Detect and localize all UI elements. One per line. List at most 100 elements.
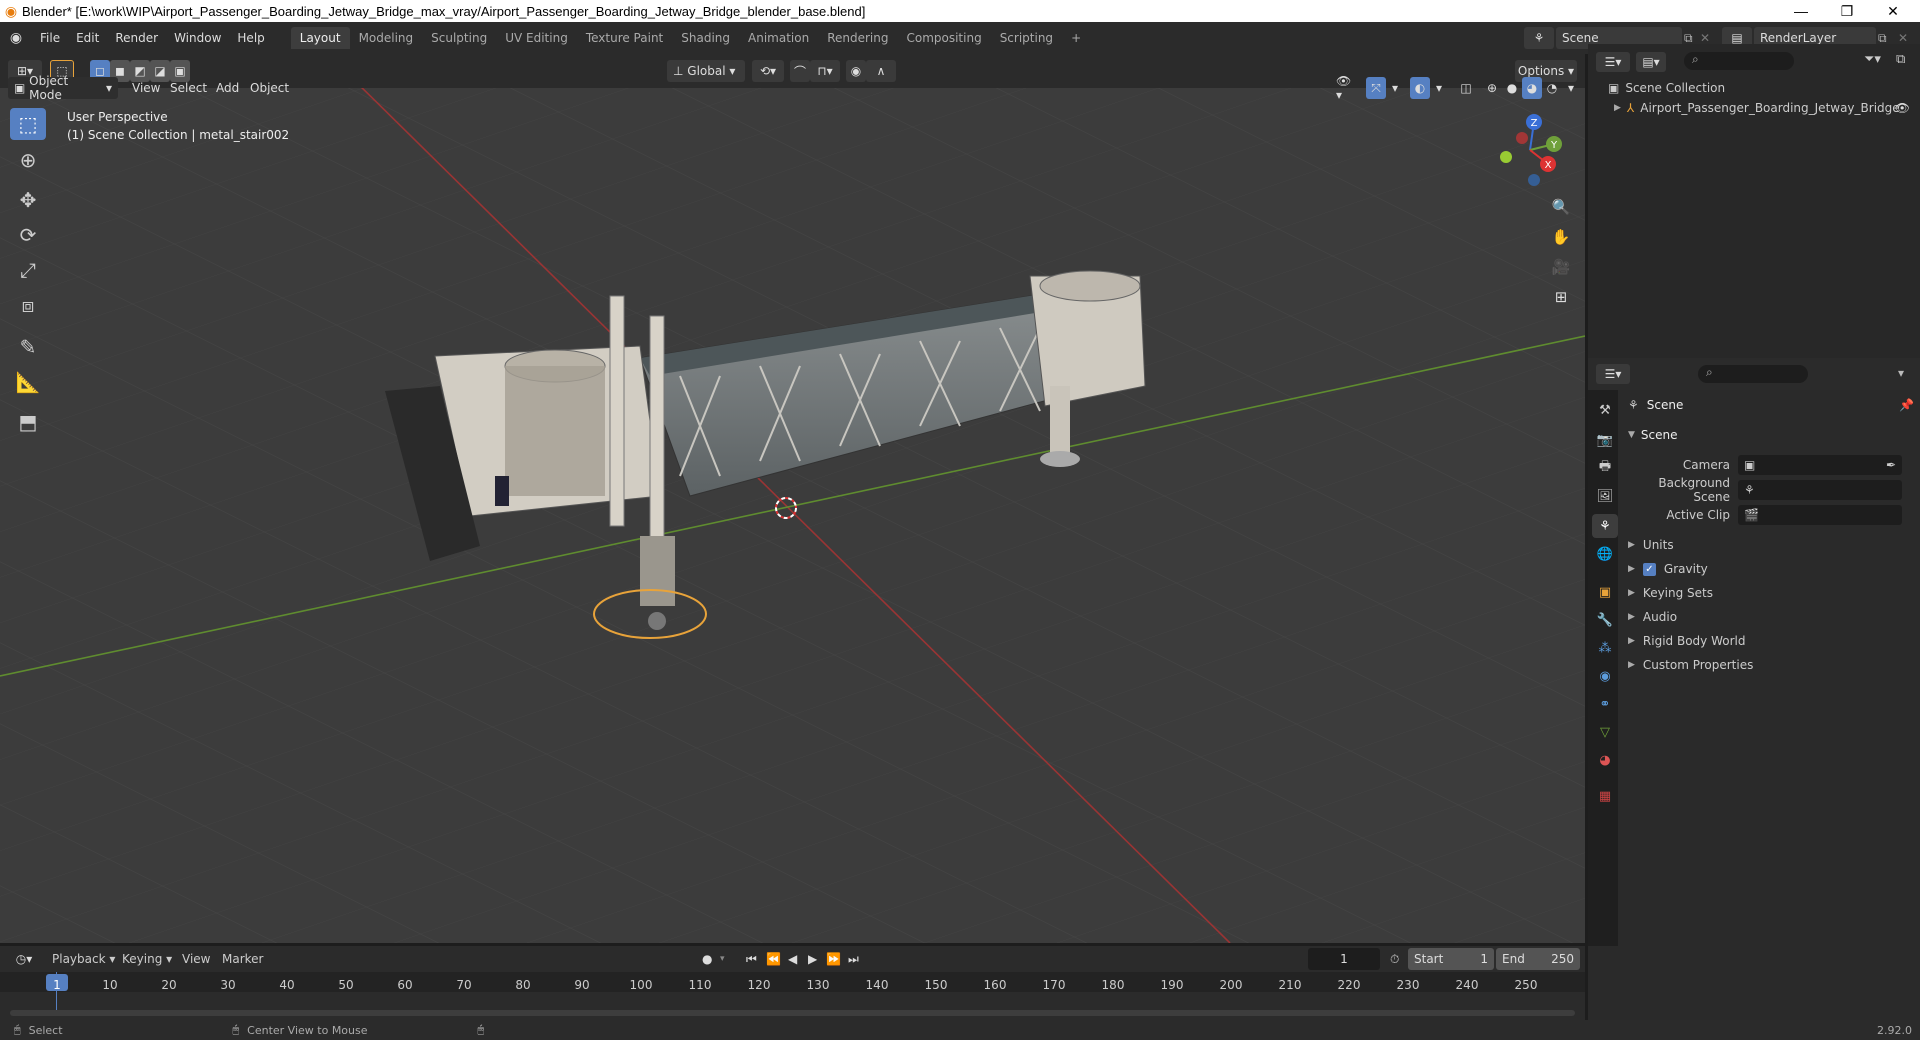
annotate-tool-icon[interactable]: ✎ bbox=[10, 331, 46, 363]
ortho-grid-icon[interactable]: ⊞ bbox=[1548, 284, 1574, 310]
menu-file[interactable]: File bbox=[32, 27, 68, 49]
expand-arrow-icon[interactable]: ▶ bbox=[1614, 103, 1621, 113]
material-shading-icon[interactable]: ◕ bbox=[1522, 77, 1542, 99]
properties-search-icon[interactable]: ⌕ bbox=[1698, 365, 1808, 383]
material-tab-icon[interactable]: ◕ bbox=[1592, 748, 1618, 772]
tab-shading[interactable]: Shading bbox=[672, 27, 739, 49]
object-tab-icon[interactable]: ▣ bbox=[1592, 580, 1618, 604]
viewport-menu-object[interactable]: Object bbox=[242, 77, 297, 99]
clock-icon[interactable]: ⏱ bbox=[1390, 952, 1399, 967]
scale-tool-icon[interactable]: ⤢ bbox=[10, 254, 46, 286]
delete-scene-icon[interactable]: ✕ bbox=[1700, 31, 1710, 45]
mode-dropdown[interactable]: ▣ Object Mode ▾ bbox=[8, 74, 118, 102]
rotate-tool-icon[interactable]: ⟳ bbox=[10, 219, 46, 251]
tab-animation[interactable]: Animation bbox=[739, 27, 818, 49]
delete-renderlayer-icon[interactable]: ✕ bbox=[1898, 31, 1908, 45]
zoom-icon[interactable]: 🔍 bbox=[1548, 194, 1574, 220]
timeline-scrollbar[interactable] bbox=[10, 1010, 1575, 1016]
rigid-body-world-section[interactable]: ▶ Rigid Body World bbox=[1620, 630, 1920, 652]
tab-layout[interactable]: Layout bbox=[290, 27, 350, 49]
display-mode-icon[interactable]: ▤▾ bbox=[1636, 52, 1666, 72]
timeline-menu-playback[interactable]: Playback ▾ bbox=[44, 948, 123, 970]
visibility-icon[interactable]: 👁▾ bbox=[1330, 74, 1360, 102]
viewport-scene[interactable] bbox=[0, 76, 1585, 943]
properties-options-icon[interactable]: ▾ bbox=[1898, 366, 1904, 380]
record-keyframe-icon[interactable]: ● bbox=[702, 952, 712, 966]
cursor-tool-icon[interactable]: ⊕ bbox=[10, 144, 46, 176]
shading-dropdown-icon[interactable]: ▾ bbox=[1562, 77, 1580, 99]
outliner-search-icon[interactable]: ⌕ bbox=[1684, 52, 1794, 70]
tab-modeling[interactable]: Modeling bbox=[350, 27, 423, 49]
tab-compositing[interactable]: Compositing bbox=[897, 27, 990, 49]
menu-render[interactable]: Render bbox=[107, 27, 166, 49]
start-frame-field[interactable]: Start 1 bbox=[1408, 948, 1494, 970]
new-collection-icon[interactable]: ⧉ bbox=[1896, 52, 1905, 67]
tab-uv-editing[interactable]: UV Editing bbox=[496, 27, 577, 49]
world-tab-icon[interactable]: 🌐 bbox=[1592, 542, 1618, 566]
camera-field[interactable]: ▣ ✒ bbox=[1738, 455, 1902, 475]
timeline-menu-keying[interactable]: Keying ▾ bbox=[114, 948, 180, 970]
modifiers-tab-icon[interactable]: 🔧 bbox=[1592, 608, 1618, 632]
texture-tab-icon[interactable]: ▦ bbox=[1592, 784, 1618, 808]
tab-sculpting[interactable]: Sculpting bbox=[422, 27, 496, 49]
jump-start-icon[interactable]: ⏮ bbox=[746, 952, 757, 967]
scene-collection-row[interactable]: ▣ Scene Collection bbox=[1608, 78, 1725, 98]
tab-texture-paint[interactable]: Texture Paint bbox=[577, 27, 672, 49]
select-box-tool-icon[interactable]: ⬚ bbox=[10, 108, 46, 140]
navigation-gizmo[interactable]: Z Y X bbox=[1490, 108, 1570, 188]
wireframe-shading-icon[interactable]: ⊕ bbox=[1482, 77, 1502, 99]
menu-window[interactable]: Window bbox=[166, 27, 229, 49]
overlays-dropdown-icon[interactable]: ▾ bbox=[1430, 77, 1448, 99]
jump-keyframe-forward-icon[interactable]: ⏩ bbox=[826, 952, 841, 966]
active-clip-field[interactable]: 🎬 bbox=[1738, 505, 1902, 525]
add-workspace-button[interactable]: + bbox=[1062, 27, 1090, 49]
current-frame-field[interactable]: 1 bbox=[1308, 948, 1380, 970]
gizmo-toggle-icon[interactable]: ⤧ bbox=[1366, 77, 1386, 99]
restore-button[interactable]: ❐ bbox=[1824, 0, 1870, 22]
gravity-checkbox[interactable]: ✓ bbox=[1642, 562, 1656, 576]
tab-scripting[interactable]: Scripting bbox=[991, 27, 1062, 49]
scene-tab-icon[interactable]: ⚘ bbox=[1592, 514, 1618, 538]
filter-icon[interactable]: ⏷▾ bbox=[1864, 52, 1881, 67]
gravity-section[interactable]: ▶ ✓ Gravity bbox=[1620, 558, 1920, 580]
solid-shading-icon[interactable]: ● bbox=[1502, 77, 1522, 99]
rendered-shading-icon[interactable]: ◔ bbox=[1542, 77, 1562, 99]
jump-end-icon[interactable]: ⏭ bbox=[848, 952, 859, 967]
move-tool-icon[interactable]: ✥ bbox=[10, 184, 46, 216]
outliner-editor-type-icon[interactable]: ☰▾ bbox=[1596, 52, 1630, 72]
tool-tab-icon[interactable]: ⚒ bbox=[1592, 398, 1618, 422]
camera-view-icon[interactable]: 🎥 bbox=[1548, 254, 1574, 280]
keying-sets-section[interactable]: ▶ Keying Sets bbox=[1620, 582, 1920, 604]
units-section[interactable]: ▶ Units bbox=[1620, 534, 1920, 556]
end-frame-field[interactable]: End 250 bbox=[1496, 948, 1580, 970]
constraints-tab-icon[interactable]: ⚭ bbox=[1592, 692, 1618, 716]
eye-visibility-icon[interactable]: 👁 bbox=[1895, 101, 1910, 115]
pan-hand-icon[interactable]: ✋ bbox=[1548, 224, 1574, 250]
audio-section[interactable]: ▶ Audio bbox=[1620, 606, 1920, 628]
play-reverse-icon[interactable]: ◀ bbox=[788, 952, 797, 966]
menu-edit[interactable]: Edit bbox=[68, 27, 107, 49]
physics-tab-icon[interactable]: ◉ bbox=[1592, 664, 1618, 688]
add-cube-tool-icon[interactable]: ⬒ bbox=[10, 406, 46, 438]
background-scene-field[interactable]: ⚘ bbox=[1738, 480, 1902, 500]
tab-rendering[interactable]: Rendering bbox=[818, 27, 897, 49]
timeline-menu-marker[interactable]: Marker bbox=[214, 948, 271, 970]
render-tab-icon[interactable]: 📷 bbox=[1592, 428, 1618, 452]
measure-tool-icon[interactable]: 📐 bbox=[10, 366, 46, 398]
blender-menu-icon[interactable]: ◉ bbox=[0, 30, 32, 46]
transform-tool-icon[interactable]: ⧈ bbox=[10, 289, 46, 321]
play-icon[interactable]: ▶ bbox=[808, 952, 817, 966]
data-tab-icon[interactable]: ▽ bbox=[1592, 720, 1618, 744]
minimize-button[interactable]: — bbox=[1778, 0, 1824, 22]
menu-help[interactable]: Help bbox=[229, 27, 272, 49]
3d-viewport[interactable] bbox=[0, 76, 1585, 943]
custom-properties-section[interactable]: ▶ Custom Properties bbox=[1620, 654, 1920, 676]
jump-keyframe-back-icon[interactable]: ⏪ bbox=[766, 952, 781, 966]
outliner-item[interactable]: ▶ ⅄ Airport_Passenger_Boarding_Jetway_Br… bbox=[1614, 98, 1914, 118]
close-button[interactable]: ✕ bbox=[1870, 0, 1916, 22]
particles-tab-icon[interactable]: ⁂ bbox=[1592, 636, 1618, 660]
eyedropper-icon[interactable]: ✒ bbox=[1886, 458, 1896, 472]
scene-panel-header[interactable]: ▼ Scene bbox=[1620, 424, 1920, 446]
timeline-editor-type-icon[interactable]: ◷▾ bbox=[8, 948, 40, 970]
xray-toggle-icon[interactable]: ◫ bbox=[1456, 77, 1476, 99]
